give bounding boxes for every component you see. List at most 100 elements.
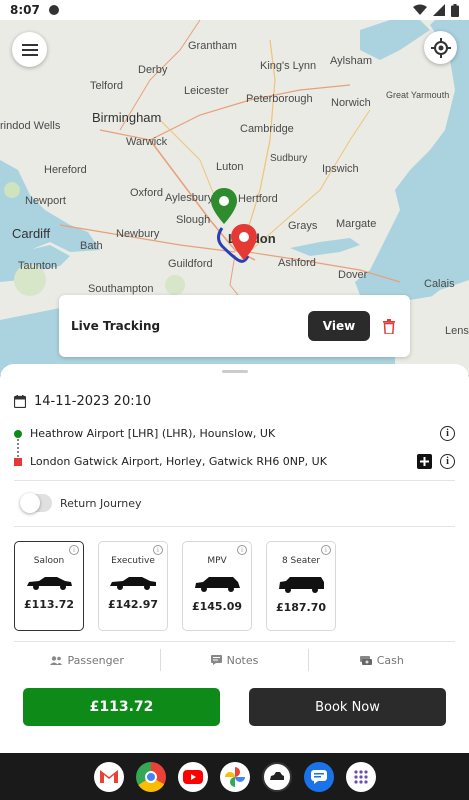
map-label-lens: Lens	[445, 325, 469, 337]
tab-cash[interactable]: Cash	[307, 649, 455, 671]
vehicle-name: Saloon	[33, 556, 65, 566]
dropoff-row[interactable]: London Gatwick Airport, Horley, Gatwick …	[14, 454, 455, 469]
map-label-birmingham: Birmingham	[92, 110, 162, 125]
map-label-aylesbury: Aylesbury	[165, 192, 214, 204]
map-label-ashford: Ashford	[278, 257, 316, 269]
map-label-oxford: Oxford	[130, 187, 164, 199]
map-label-aylsham: Aylsham	[330, 55, 372, 67]
map-label-hereford: Hereford	[44, 164, 87, 176]
map-label-grays: Grays	[288, 220, 318, 232]
map-label-margate: Margate	[336, 218, 377, 230]
view-tracking-button[interactable]: View	[308, 311, 370, 341]
map-label-norwich: Norwich	[331, 97, 371, 109]
vehicle-option-mpv[interactable]: i MPV £145.09	[182, 541, 252, 631]
return-journey-row: Return Journey	[14, 493, 455, 513]
vehicle-option-8-seater[interactable]: i 8 Seater £187.70	[266, 541, 336, 631]
my-location-button[interactable]	[424, 31, 457, 64]
add-stop-icon[interactable]	[417, 454, 432, 469]
cash-icon	[359, 655, 372, 665]
vehicle-info-icon[interactable]: i	[237, 545, 247, 555]
photos-icon[interactable]	[219, 761, 250, 792]
taxi-app-icon[interactable]	[261, 761, 292, 792]
map-label-bath: Bath	[80, 240, 103, 252]
map-label-slough: Slough	[176, 214, 211, 226]
executive-car-icon	[110, 577, 156, 590]
map-label-peterborough: Peterborough	[246, 93, 313, 105]
vehicle-list: i Saloon £113.72 i Executive £142.97 i M…	[14, 541, 336, 631]
menu-button[interactable]	[12, 32, 47, 67]
tab-notes-label: Notes	[226, 653, 259, 667]
vehicle-info-icon[interactable]: i	[69, 545, 79, 555]
status-bar: 8:07	[0, 0, 469, 20]
map-label-newbury: Newbury	[116, 228, 160, 240]
vehicle-price: £113.72	[23, 598, 75, 611]
map-label-derby: Derby	[138, 64, 168, 76]
pickup-pin-icon[interactable]	[211, 188, 237, 224]
hamburger-icon	[21, 43, 38, 56]
map-label-sudbury: Sudbury	[270, 153, 308, 164]
divider	[14, 480, 455, 481]
vehicle-name: Executive	[111, 556, 155, 566]
vehicle-price: £142.97	[107, 598, 159, 611]
map-label-hertford: Hertford	[238, 193, 278, 205]
status-time: 8:07	[10, 3, 40, 17]
map-label-kings-lynn: King's Lynn	[260, 60, 317, 72]
map-label-rindod-wells: rindod Wells	[0, 120, 61, 132]
tab-passenger-label: Passenger	[67, 653, 124, 667]
vehicle-option-saloon[interactable]: i Saloon £113.72	[14, 541, 84, 631]
vehicle-price: £145.09	[191, 600, 243, 613]
messages-icon[interactable]	[303, 761, 334, 792]
vehicle-name: 8 Seater	[281, 556, 321, 566]
trash-icon	[383, 318, 395, 334]
map-label-grantham: Grantham	[188, 40, 237, 52]
map-label-guildford: Guildford	[168, 258, 213, 270]
vehicle-price: £187.70	[275, 601, 327, 614]
vehicle-info-icon[interactable]: i	[321, 545, 331, 555]
book-now-button[interactable]: Book Now	[249, 688, 446, 726]
live-tracking-card: Live Tracking View	[59, 295, 410, 357]
dropoff-square-icon	[14, 457, 22, 466]
map-label-cambridge: Cambridge	[240, 123, 294, 135]
divider	[14, 526, 455, 527]
map-label-cardiff: Cardiff	[12, 226, 51, 241]
return-journey-toggle[interactable]	[20, 493, 52, 513]
dropoff-info-icon[interactable]: i	[440, 454, 455, 469]
crosshair-icon	[430, 37, 451, 58]
app-drawer-icon[interactable]	[345, 761, 376, 792]
tab-passenger[interactable]: Passenger	[14, 649, 160, 671]
booking-datetime: 14-11-2023 20:10	[34, 394, 152, 409]
vehicle-info-icon[interactable]: i	[153, 545, 163, 555]
vehicle-name: MPV	[207, 556, 227, 566]
pickup-address: Heathrow Airport [LHR] (LHR), Hounslow, …	[30, 427, 276, 440]
van-icon	[279, 577, 324, 593]
divider	[14, 641, 455, 642]
pickup-row[interactable]: Heathrow Airport [LHR] (LHR), Hounslow, …	[14, 426, 455, 441]
map-label-leicester: Leicester	[184, 85, 229, 97]
pickup-info-icon[interactable]: i	[440, 426, 455, 441]
map-label-ipswich: Ipswich	[322, 163, 359, 175]
people-icon	[50, 655, 63, 665]
gmail-icon[interactable]	[93, 761, 124, 792]
map-label-warwick: Warwick	[126, 136, 168, 148]
delete-tracking-button[interactable]	[380, 318, 398, 334]
dropoff-pin-icon[interactable]	[231, 224, 257, 260]
chrome-icon[interactable]	[135, 761, 166, 792]
signal-icon	[433, 4, 445, 16]
notification-icon	[48, 5, 59, 15]
live-tracking-label: Live Tracking	[71, 319, 161, 333]
sheet-handle[interactable]	[222, 370, 248, 373]
note-icon	[210, 655, 222, 665]
vehicle-option-executive[interactable]: i Executive £142.97	[98, 541, 168, 631]
datetime-row[interactable]: 14-11-2023 20:10	[14, 394, 455, 409]
pickup-dot-icon	[14, 429, 22, 438]
map-label-great-yarmouth: Great Yarmouth	[386, 90, 450, 100]
tab-cash-label: Cash	[376, 653, 404, 667]
fare-price-button[interactable]: £113.72	[23, 688, 220, 726]
return-journey-label: Return Journey	[60, 496, 142, 510]
map-label-telford: Telford	[90, 80, 124, 92]
tab-notes[interactable]: Notes	[160, 649, 307, 671]
map-label-calais: Calais	[424, 278, 455, 290]
app-dock	[0, 753, 469, 800]
youtube-icon[interactable]	[177, 761, 208, 792]
map-label-luton: Luton	[216, 161, 244, 173]
